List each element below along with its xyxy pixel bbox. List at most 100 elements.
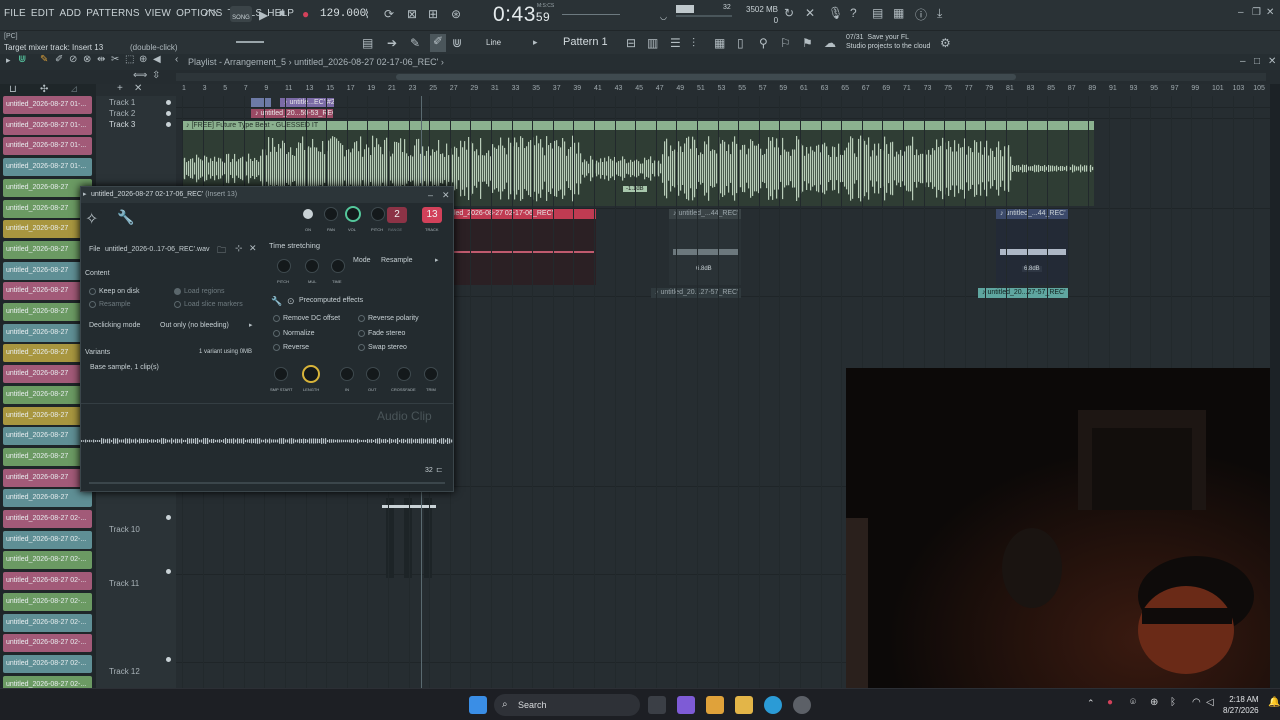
slice-tool-icon[interactable]: ✂	[111, 54, 119, 65]
news-panel[interactable]: 07/31 Save your FL Studio projects to th…	[846, 33, 930, 51]
mixer-sliders-icon[interactable]: ⫶	[692, 36, 695, 51]
mode-select[interactable]: Resample	[381, 257, 413, 264]
mode-arrow-icon[interactable]: ▸	[435, 256, 439, 264]
pat-song-toggle[interactable]: SONG	[230, 6, 252, 22]
folder-icon[interactable]: 🗀	[217, 243, 226, 259]
tray-app-icon[interactable]: ●	[1107, 697, 1113, 708]
sidebar-clip-item[interactable]: untitled_2026-08-27	[3, 489, 92, 508]
reverse-checkbox[interactable]	[273, 344, 280, 351]
track-12-label[interactable]: Track 12	[109, 667, 140, 676]
sidebar-clip-item[interactable]: untitled_2026-08-27	[3, 365, 92, 384]
settings-app-icon[interactable]	[793, 696, 811, 714]
file-name[interactable]: untitled_2026-0..17-06_REC'.wav	[105, 246, 209, 253]
track-4-clip-2-title[interactable]: ♪ untitled_...44_REC'	[669, 209, 741, 219]
step-edit-icon[interactable]: ⊠	[407, 7, 417, 21]
sidebar-icon-1[interactable]: ⊔	[9, 84, 17, 95]
playback-tool-icon[interactable]: ◀	[153, 54, 161, 65]
help-icon[interactable]: ?	[850, 6, 857, 20]
pitch-knob[interactable]	[371, 207, 385, 221]
tray-bluetooth-icon[interactable]: ᛒ	[1170, 697, 1176, 708]
back-arrow-icon[interactable]: ‹	[175, 54, 178, 65]
ts-pitch-knob[interactable]	[277, 259, 291, 273]
tempo-display[interactable]: 129.000	[320, 8, 366, 20]
close-icon[interactable]: ✕	[1266, 7, 1274, 18]
sidebar-clip-item[interactable]: untitled_2026-08-27	[3, 240, 92, 259]
sidebar-clip-item[interactable]: untitled_2026-08-27	[3, 282, 92, 301]
zoom-vertical-icon[interactable]: ⇳	[152, 70, 160, 81]
sidebar-clip-item[interactable]: untitled_2026-08-27 01-...	[3, 158, 92, 177]
menu-patterns[interactable]: PATTERNS	[86, 8, 139, 19]
sidebar-clip-item[interactable]: untitled_2026-08-27	[3, 323, 92, 342]
track-11-label[interactable]: Track 11	[109, 579, 139, 588]
clip-window-minimize-icon[interactable]: –	[428, 187, 433, 203]
sidebar-clip-item[interactable]: untitled_2026-08-27 02-...	[3, 551, 92, 570]
tray-globe-icon[interactable]: ⊕	[1150, 697, 1158, 708]
ts-time-knob[interactable]	[331, 259, 345, 273]
length-knob[interactable]	[302, 365, 320, 383]
smp-start-knob[interactable]	[274, 367, 288, 381]
menu-add[interactable]: ADD	[60, 8, 82, 19]
pan-knob[interactable]	[324, 207, 338, 221]
browser-icon[interactable]: ▯	[737, 36, 744, 50]
menu-edit[interactable]: EDIT	[31, 8, 55, 19]
base-sample-item[interactable]: Base sample, 1 clip(s)	[90, 364, 159, 371]
tools-icon[interactable]: ✕	[805, 6, 815, 20]
track-1-clip-small[interactable]	[251, 98, 271, 107]
tray-mic-icon[interactable]: ⌾	[1130, 697, 1136, 708]
step-sequencer-icon[interactable]: ▥	[647, 36, 658, 50]
sidebar-clip-item[interactable]: untitled_2026-08-27 01-...	[3, 96, 92, 114]
zoom-horizontal-icon[interactable]: ⟺	[133, 70, 147, 81]
playlist-maximize-icon[interactable]: □	[1254, 56, 1260, 67]
arrow-right-icon[interactable]: ➔	[387, 36, 397, 50]
metronome-icon[interactable]: ⌇	[364, 7, 370, 21]
zoom-icon[interactable]: ⊏	[436, 465, 443, 474]
piano-roll-icon[interactable]: ☰	[670, 36, 681, 50]
in-knob[interactable]	[340, 367, 354, 381]
channel-rack-icon[interactable]: ▦	[893, 6, 904, 20]
crossfade-knob[interactable]	[397, 367, 411, 381]
reverse-polarity-checkbox[interactable]	[358, 315, 365, 322]
task-view-icon[interactable]	[648, 696, 666, 714]
draw-tool-icon[interactable]: ✎	[40, 54, 48, 65]
file-close-icon[interactable]: ✕	[249, 243, 257, 254]
channel-rack-2-icon[interactable]: ▦	[714, 36, 725, 50]
track-10-label[interactable]: Track 10	[109, 525, 140, 534]
taskbar-search[interactable]: ⌕ Search	[494, 694, 640, 716]
ts-mul-knob[interactable]	[305, 259, 319, 273]
track-10-mute[interactable]	[166, 515, 171, 520]
sidebar-clip-item[interactable]: untitled_2026-08-27 02-...	[3, 613, 92, 632]
trim-knob[interactable]	[424, 367, 438, 381]
mute-tool-icon[interactable]: ⊗	[83, 54, 91, 65]
sidebar-clip-item[interactable]: untitled_2026-08-27 02-...	[3, 510, 92, 528]
sidebar-clip-item[interactable]: untitled_2026-08-27 01-...	[3, 137, 92, 156]
copilot-icon[interactable]	[677, 696, 695, 714]
cloud-icon[interactable]: ☁	[824, 36, 836, 50]
sidebar-clip-item[interactable]: untitled_2026-08-27 02-...	[3, 592, 92, 611]
view-playlist-icon[interactable]: ▤	[362, 36, 373, 50]
mixer-icon[interactable]: ▤	[872, 6, 883, 20]
declicking-select[interactable]: Out only (no bleeding)	[160, 322, 229, 329]
sidebar-clip-item[interactable]: untitled_2026-08-27	[3, 406, 92, 425]
sidebar-clip-item[interactable]: untitled_2026-08-27	[3, 468, 92, 487]
stop-icon[interactable]: ■	[279, 8, 285, 19]
normalize-checkbox[interactable]	[273, 330, 280, 337]
download-icon[interactable]: ⤓	[937, 6, 942, 21]
clip-window-waveform[interactable]	[81, 419, 453, 463]
sidebar-clip-item[interactable]: untitled_2026-08-27	[3, 261, 92, 280]
fade-stereo-checkbox[interactable]	[358, 330, 365, 337]
swap-stereo-checkbox[interactable]	[358, 344, 365, 351]
fl-studio-app-icon[interactable]	[706, 696, 724, 714]
speaker-icon[interactable]: ◁	[1206, 697, 1214, 708]
playlist-close-icon[interactable]: ✕	[1268, 56, 1276, 67]
undo-icon[interactable]: ↻	[784, 6, 794, 20]
snap-magnet-icon[interactable]: ⋓	[18, 54, 26, 65]
window-menu-icon[interactable]: ▸	[83, 187, 87, 203]
track-1-mute[interactable]	[166, 100, 171, 105]
sidebar-clip-item[interactable]: untitled_2026-08-27	[3, 303, 92, 321]
track-5-clip-1[interactable]: ♪ untitled_20...27-57_REC'	[651, 288, 741, 298]
edge-icon[interactable]	[764, 696, 782, 714]
master-volume-slider[interactable]	[236, 41, 264, 43]
pattern-selector[interactable]: Pattern 1	[563, 36, 608, 48]
sidebar-clip-item[interactable]: untitled_2026-08-27 02-...	[3, 530, 92, 549]
pencil-icon[interactable]: ✎	[410, 36, 420, 50]
